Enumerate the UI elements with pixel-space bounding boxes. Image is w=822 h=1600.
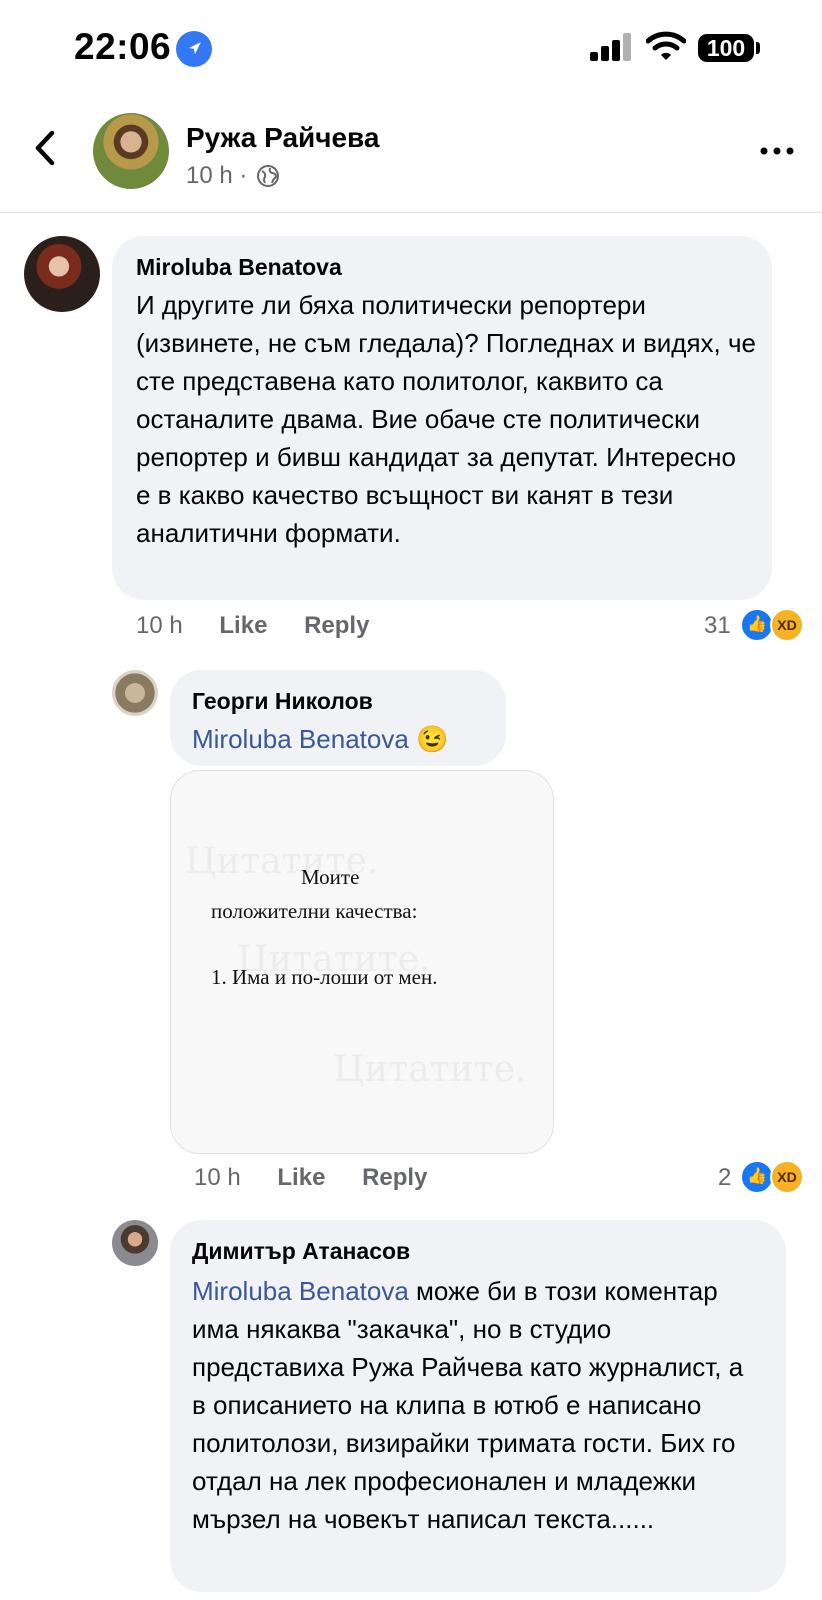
comment-time[interactable]: 10 h [136,612,183,639]
haha-reaction-icon: XD [770,608,804,642]
like-reaction-icon: 👍 [740,608,774,642]
commenter-avatar[interactable] [112,670,158,716]
comment-time[interactable]: 10 h [194,1164,241,1191]
globe-icon [256,164,280,188]
reply-button[interactable]: Reply [362,1164,427,1191]
battery-icon: 100 [698,34,754,62]
back-chevron-icon[interactable] [34,130,56,176]
commenter-avatar[interactable] [24,236,100,312]
watermark-3: Цитатите. [333,1049,527,1090]
comment-text: Miroluba Benatova 😉 [192,720,448,758]
reply-button[interactable]: Reply [304,612,369,639]
status-time: 22:06 [74,26,172,67]
comment-actions: 10 h Like Reply [136,612,369,640]
commenter-avatar[interactable] [112,1220,158,1266]
reaction-count[interactable]: 2 [718,1164,731,1192]
signal-icon [590,33,634,61]
like-button[interactable]: Like [277,1164,325,1191]
mention-link[interactable]: Miroluba Benatova [192,724,409,754]
comment-author[interactable]: Димитър Атанасов [192,1238,410,1265]
like-reaction-icon: 👍 [740,1160,774,1194]
comment-author[interactable]: Miroluba Benatova [136,254,342,281]
wifi-icon [645,30,687,67]
comment-actions: 10 h Like Reply [194,1164,427,1192]
battery-tip [756,42,760,54]
location-arrow-icon [176,31,212,67]
meta-separator: · [239,162,248,189]
comment-text-rest: коментар има някаква "закачка", но в сту… [192,1276,744,1534]
quote-line-3: 1. Има и по-лоши от мен. [211,965,438,989]
haha-reaction-icon: XD [770,1160,804,1194]
wink-emoji: 😉 [416,724,449,754]
comment-bubble: Георги Николов Miroluba Benatova 😉 [170,670,506,766]
post-author-name[interactable]: Ружа Райчева [186,122,379,154]
quote-line-2: положителни качества: [211,899,418,923]
comment-text: Miroluba Benatova може би в този комента… [192,1272,762,1538]
comment-text: И другите ли бяха политически репортери … [136,290,757,548]
post-age[interactable]: 10 h [186,162,233,189]
comment-image[interactable]: Цитатите. Цитатите. Цитатите. Моите поло… [170,770,554,1154]
comment-bubble: Димитър Атанасов Miroluba Benatova може … [170,1220,786,1592]
header-divider [0,212,822,213]
comment-text-first: може би в този [416,1276,598,1306]
comment-bubble: Miroluba Benatova И другите ли бяха поли… [112,236,772,600]
reaction-count[interactable]: 31 [704,612,731,640]
post-meta: 10 h · [186,162,247,190]
like-button[interactable]: Like [219,612,267,639]
mention-link[interactable]: Miroluba Benatova [192,1276,409,1306]
comment-author[interactable]: Георги Николов [192,688,373,715]
author-avatar[interactable] [93,113,169,189]
more-icon[interactable] [760,126,794,165]
quote-line-1: Моите [301,865,360,889]
